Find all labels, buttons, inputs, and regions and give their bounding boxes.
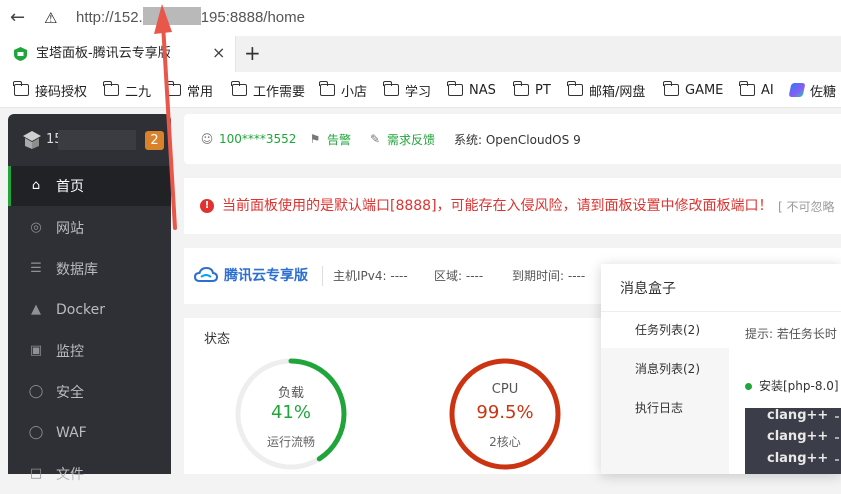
- install-console: clang++ clang++ clang++: [745, 408, 841, 474]
- bookmark-folder[interactable]: 工作需要: [231, 81, 305, 100]
- feedback-link[interactable]: ✎ 需求反馈: [368, 130, 435, 148]
- folder-icon: [739, 81, 755, 96]
- alert-message[interactable]: 当前面板使用的是默认端口[8888]，可能存在入侵风险，请到面板设置中修改面板端…: [222, 196, 773, 216]
- dialog-header: 消息盒子: [601, 264, 841, 312]
- dialog-title: 消息盒子: [620, 281, 676, 297]
- cpu-cores: 2核心: [489, 435, 521, 449]
- bookmarks-bar: 接码授权 二九 常用 工作需要 小店 学习 NAS PT 邮箱/网盘 GAME …: [0, 72, 841, 108]
- sidebar-item-monitor[interactable]: ▣ 监控: [8, 331, 171, 371]
- bookmark-link[interactable]: 佐糖: [788, 81, 836, 100]
- load-status: 运行流畅: [266, 435, 315, 449]
- system-info: 系统: OpenCloudOS 9: [454, 132, 581, 147]
- sidebar-item-waf[interactable]: ◯ WAF: [8, 413, 171, 453]
- bookmark-folder[interactable]: NAS: [447, 81, 496, 99]
- status-title: 状态: [204, 332, 231, 347]
- install-task-label: 安装[php-8.0]: [759, 379, 839, 393]
- back-arrow-icon[interactable]: ←: [10, 8, 30, 28]
- load-value: 41%: [270, 402, 311, 423]
- bookmark-folder[interactable]: 接码授权: [13, 81, 87, 100]
- folder-icon: [513, 81, 529, 96]
- alarm-icon: ⚑: [309, 132, 321, 146]
- console-mark: [835, 459, 839, 461]
- cpu-label: CPU: [491, 382, 519, 397]
- user-account[interactable]: ☺ 100****3552: [200, 130, 297, 148]
- console-line: clang++: [767, 408, 829, 423]
- url-suffix: 195:8888/home: [200, 9, 305, 26]
- load-label: 负载: [277, 386, 304, 401]
- baota-favicon-icon: [14, 47, 27, 61]
- tab-task-list[interactable]: 任务列表(2): [601, 312, 729, 348]
- docker-icon: ▲: [31, 302, 41, 317]
- alarm-link[interactable]: ⚑ 告警: [308, 130, 351, 148]
- dialog-tab-list: 任务列表(2) 消息列表(2) 执行日志: [601, 312, 729, 474]
- cpu-value: 99.5%: [476, 402, 534, 423]
- app-logo-icon: [788, 83, 806, 97]
- tab-strip: 宝塔面板-腾讯云专享版 × +: [0, 36, 841, 72]
- message-box-dialog: 消息盒子 任务列表(2) 消息列表(2) 执行日志 提示: 若任务长时 安装[p…: [601, 264, 841, 474]
- tab-close-icon[interactable]: ×: [212, 44, 228, 62]
- url-prefix: http://152.: [76, 9, 143, 26]
- bookmark-folder[interactable]: AI: [739, 81, 774, 99]
- port-warning-alert: ! 当前面板使用的是默认端口[8888]，可能存在入侵风险，请到面板设置中修改面…: [184, 178, 841, 234]
- user-icon: ☺: [200, 132, 214, 146]
- folder-icon: [447, 81, 463, 96]
- expire-time: 到期时间: ----: [512, 269, 586, 283]
- folder-icon: [231, 81, 247, 96]
- folder-icon: [383, 81, 399, 96]
- address-bar[interactable]: ← ⚠ http://152. 195:8888/home: [0, 0, 841, 36]
- folder-icon: [663, 81, 679, 96]
- folder-icon: [319, 81, 335, 96]
- sidebar-item-database[interactable]: ☰ 数据库: [8, 249, 171, 289]
- tencent-cloud-title: 腾讯云专享版: [224, 268, 308, 284]
- folder-icon: [103, 81, 119, 96]
- shield-icon: ◯: [28, 384, 44, 399]
- console-line: clang++: [767, 451, 829, 466]
- folder-icon: [567, 81, 583, 96]
- server-name-redaction: [58, 130, 136, 150]
- globe-icon: ◎: [30, 220, 42, 235]
- sidebar-item-files[interactable]: □ 文件: [8, 454, 171, 494]
- sidebar-item-docker[interactable]: ▲ Docker: [8, 290, 171, 330]
- bookmark-folder[interactable]: 邮箱/网盘: [567, 81, 645, 100]
- console-mark: [835, 437, 839, 439]
- home-icon: ⌂: [31, 178, 41, 193]
- bookmark-folder[interactable]: GAME: [663, 81, 723, 99]
- alert-ignore-note: [ 不可忽略: [778, 200, 835, 214]
- tab-execution-log[interactable]: 执行日志: [601, 390, 729, 426]
- not-secure-warning-icon[interactable]: ⚠: [44, 8, 66, 28]
- server-logo-icon: [23, 131, 41, 149]
- monitor-icon: ▣: [29, 343, 43, 358]
- error-icon: !: [200, 199, 214, 213]
- annotation-arrow-icon: [154, 4, 177, 230]
- bookmark-folder[interactable]: PT: [513, 81, 551, 99]
- tencent-cloud-logo-icon: [194, 266, 218, 282]
- database-icon: ☰: [30, 261, 42, 276]
- host-ipv4: 主机IPv4: ----: [333, 269, 408, 283]
- install-task: 安装[php-8.0]: [745, 378, 839, 394]
- tab-message-list[interactable]: 消息列表(2): [601, 351, 729, 387]
- feedback-icon: ✎: [369, 132, 381, 146]
- browser-tab[interactable]: 宝塔面板-腾讯云专享版 ×: [0, 36, 236, 72]
- folder-icon: □: [29, 466, 43, 481]
- console-mark: [835, 416, 839, 418]
- bookmark-folder[interactable]: 学习: [383, 81, 431, 100]
- console-line: clang++: [767, 429, 829, 444]
- region: 区域: ----: [434, 269, 484, 283]
- shield-icon: ◯: [28, 425, 44, 440]
- server-info-bar: ☺ 100****3552 ⚑ 告警 ✎ 需求反馈 系统: OpenCloudOS 9: [184, 114, 841, 164]
- divider: [322, 266, 323, 286]
- new-tab-plus-icon[interactable]: +: [244, 42, 262, 64]
- bookmark-folder[interactable]: 小店: [319, 81, 367, 100]
- dialog-hint: 提示: 若任务长时: [745, 327, 837, 341]
- folder-icon: [13, 81, 29, 96]
- running-status-dot: [745, 382, 752, 390]
- sidebar-item-security[interactable]: ◯ 安全: [8, 372, 171, 412]
